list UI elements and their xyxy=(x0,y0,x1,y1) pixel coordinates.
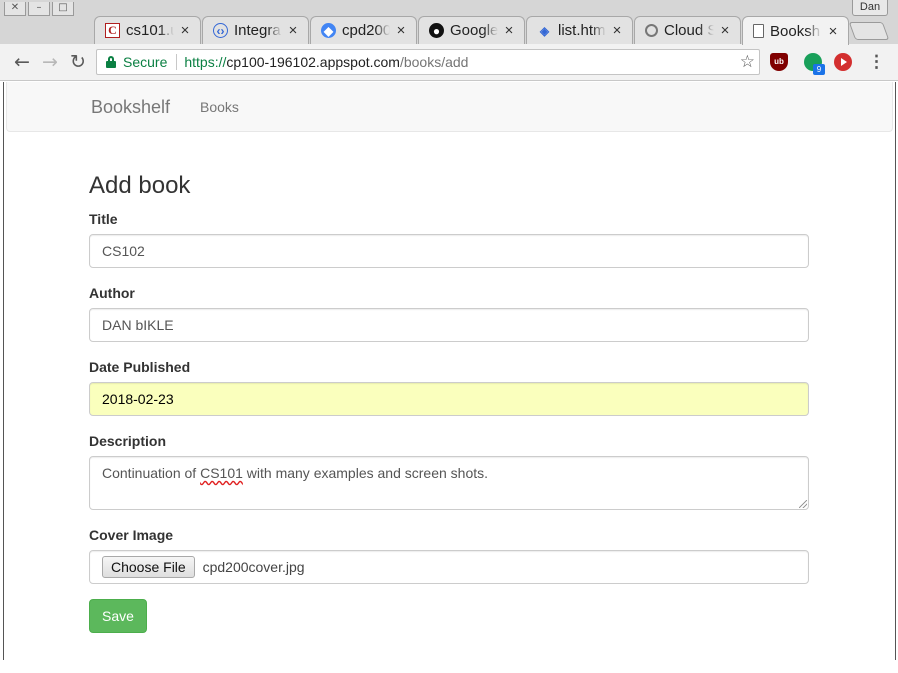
site-navbar: Bookshelf Books xyxy=(6,82,893,132)
description-text: Continuation of xyxy=(102,465,201,481)
reload-icon[interactable]: ↻ xyxy=(66,50,90,74)
url-path: /books/add xyxy=(399,54,469,70)
back-arrow-icon[interactable]: ← xyxy=(10,50,34,74)
title-label: Title xyxy=(89,211,118,227)
close-icon[interactable]: × xyxy=(394,22,408,39)
tab-title: list.htm xyxy=(558,22,606,39)
close-icon[interactable]: × xyxy=(826,23,840,40)
integration-icon: ‹› xyxy=(213,23,228,38)
c-letter-icon: C xyxy=(105,23,120,38)
page-icon xyxy=(753,24,764,38)
navbar-brand[interactable]: Bookshelf xyxy=(91,97,170,118)
play-extension-icon[interactable] xyxy=(834,53,852,71)
description-textarea[interactable]: Continuation of CS101 with many examples… xyxy=(89,456,809,510)
page-title: Add book xyxy=(89,172,191,199)
nav-link-books[interactable]: Books xyxy=(200,99,239,115)
minimize-window-icon[interactable]: – xyxy=(28,2,50,16)
tab-title: cs101.u xyxy=(126,22,174,39)
ublock-icon[interactable]: ub xyxy=(770,53,788,71)
maximize-window-icon[interactable]: □ xyxy=(52,2,74,16)
tab-title: Cloud S xyxy=(664,22,714,39)
selected-file-name: cpd200cover.jpg xyxy=(202,559,305,575)
window-bottom-edge xyxy=(0,660,898,673)
tab-cpd200[interactable]: ◆ cpd200 × xyxy=(310,16,417,44)
date-input[interactable]: 2018-02-23 xyxy=(89,382,809,416)
title-input[interactable]: CS102 xyxy=(89,234,809,268)
resize-handle[interactable] xyxy=(799,500,807,508)
secure-label[interactable]: Secure xyxy=(123,54,167,70)
tab-title: Google xyxy=(450,22,498,39)
tab-title: Integra xyxy=(234,22,281,39)
more-menu-icon[interactable]: ⋮ xyxy=(868,53,885,71)
save-button[interactable]: Save xyxy=(89,599,147,633)
tab-list-html[interactable]: ◈ list.htm × xyxy=(526,16,633,44)
forward-arrow-icon[interactable]: → xyxy=(38,50,62,74)
address-bar[interactable]: Secure https:// cp100-196102.appspot.com… xyxy=(96,49,760,75)
description-text-rest: with many examples and screen shots. xyxy=(242,465,489,481)
lock-icon xyxy=(106,56,116,68)
cover-image-file-input[interactable]: Choose File cpd200cover.jpg xyxy=(89,550,809,584)
description-misspelled-word: CS101 xyxy=(200,465,243,481)
gear-icon xyxy=(645,24,658,37)
close-icon[interactable]: × xyxy=(286,22,300,39)
tab-title: cpd200 xyxy=(342,22,390,39)
window-controls: ✕ – □ xyxy=(4,2,74,16)
close-icon[interactable]: × xyxy=(502,22,516,39)
bookmark-star-icon[interactable]: ☆ xyxy=(740,52,755,72)
browser-titlebar: ✕ – □ Dan C cs101.u × ‹› Integra × ◆ cpd… xyxy=(0,0,898,45)
url-scheme: https:// xyxy=(184,54,227,70)
close-window-icon[interactable]: ✕ xyxy=(4,2,26,16)
browser-toolbar: ← → ↻ Secure https:// cp100-196102.appsp… xyxy=(0,44,898,81)
github-icon: ● xyxy=(429,23,444,38)
tab-cloud-shell[interactable]: Cloud S × xyxy=(634,16,741,44)
tab-cs101[interactable]: C cs101.u × xyxy=(94,16,201,44)
choose-file-button[interactable]: Choose File xyxy=(102,556,195,578)
close-icon[interactable]: × xyxy=(610,22,624,39)
profile-button[interactable]: Dan xyxy=(852,0,888,16)
tab-bookshelf[interactable]: Booksh × xyxy=(742,16,849,45)
tab-strip: C cs101.u × ‹› Integra × ◆ cpd200 × ● Go… xyxy=(94,16,850,45)
cover-image-label: Cover Image xyxy=(89,527,174,543)
tab-google-github[interactable]: ● Google × xyxy=(418,16,525,44)
cloud-endpoints-icon: ◆ xyxy=(321,23,336,38)
description-label: Description xyxy=(89,433,167,449)
tab-integration[interactable]: ‹› Integra × xyxy=(202,16,309,44)
url-host: cp100-196102.appspot.com xyxy=(226,54,400,70)
close-icon[interactable]: × xyxy=(178,22,192,39)
tab-title: Booksh xyxy=(770,22,821,40)
page-viewport: Bookshelf Books Add book Title CS102 Aut… xyxy=(3,82,896,660)
extension-badge: 9 xyxy=(813,64,825,75)
divider xyxy=(176,54,178,70)
code-icon: ◈ xyxy=(539,23,550,38)
author-label: Author xyxy=(89,285,135,301)
close-icon[interactable]: × xyxy=(718,22,732,39)
author-input[interactable]: DAN bIKLE xyxy=(89,308,809,342)
date-label: Date Published xyxy=(89,359,191,375)
new-tab-button[interactable] xyxy=(848,22,890,40)
